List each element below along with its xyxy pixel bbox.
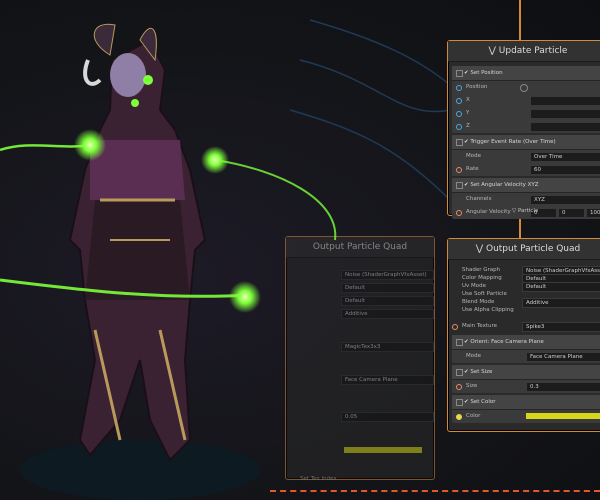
selection-dash-line [270, 490, 600, 492]
energy-orb-right [201, 146, 229, 174]
character-skirt [85, 200, 190, 300]
eye-glow [143, 75, 153, 85]
horn-curl [83, 59, 102, 86]
energy-orb-left [74, 129, 106, 161]
chin-glow [131, 99, 139, 107]
energy-orb-bottom [229, 281, 261, 313]
ground-shadow [20, 440, 260, 500]
horn-left [93, 23, 116, 56]
character-head [110, 53, 146, 97]
energy-trail-3 [214, 159, 337, 241]
character-render [0, 23, 337, 500]
